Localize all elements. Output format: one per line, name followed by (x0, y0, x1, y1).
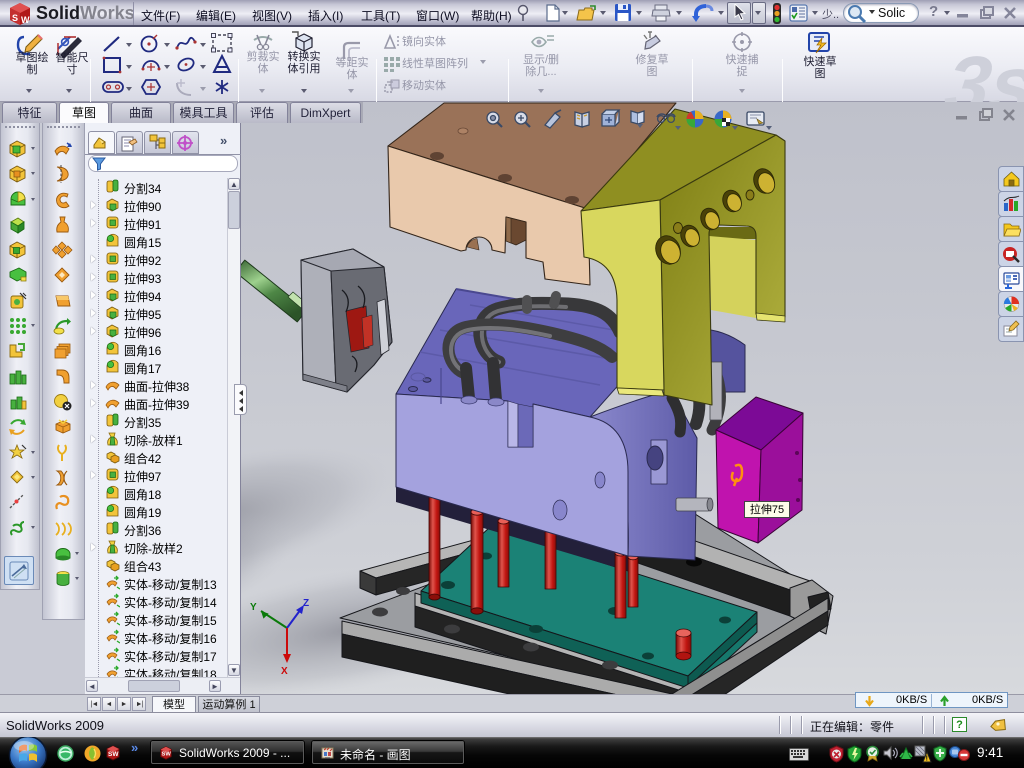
svg-text:Y: Y (250, 602, 257, 613)
svg-text:SW: SW (108, 751, 119, 758)
svg-text:S: S (12, 13, 18, 23)
svg-text:!: ! (926, 756, 928, 763)
svg-text:Z: Z (303, 598, 309, 609)
svg-text:X: X (281, 666, 288, 677)
svg-text:SW: SW (162, 752, 172, 758)
svg-text:W: W (21, 15, 30, 25)
